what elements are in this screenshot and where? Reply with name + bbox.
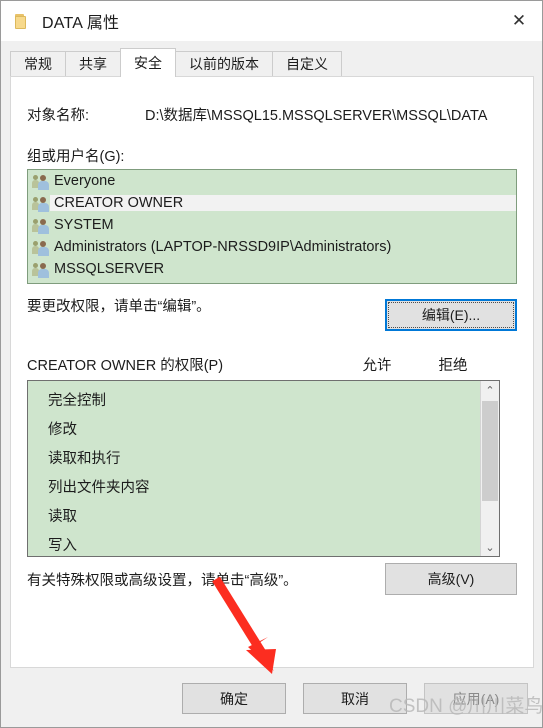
focus-rectangle: [388, 302, 514, 328]
table-row[interactable]: 读取和执行: [28, 445, 480, 474]
users-icon: [32, 240, 49, 256]
permissions-scrollbar[interactable]: ⌃ ⌄: [480, 381, 499, 556]
allow-column-header: 允许: [362, 358, 392, 374]
users-icon: [32, 218, 49, 234]
cancel-button[interactable]: 取消: [303, 683, 407, 714]
group-or-user-list[interactable]: Everyone CREATOR OWNER SYSTEM Administra…: [27, 169, 517, 284]
permissions-title: CREATOR OWNER 的权限(P): [27, 358, 224, 374]
table-row[interactable]: 写入: [28, 532, 480, 556]
object-name-row: 对象名称: D:\数据库\MSSQL15.MSSQLSERVER\MSSQL\D…: [27, 104, 533, 125]
table-row[interactable]: 列出文件夹内容: [28, 474, 480, 503]
scroll-down-icon[interactable]: ⌄: [481, 538, 499, 556]
users-icon: [32, 262, 49, 278]
tab-strip: 常规 共享 安全 以前的版本 自定义: [10, 48, 342, 77]
list-item[interactable]: SYSTEM: [28, 214, 516, 236]
edit-button[interactable]: 编辑(E)...: [385, 299, 517, 331]
list-item-label: SYSTEM: [54, 217, 114, 233]
tab-customize[interactable]: 自定义: [272, 51, 342, 76]
security-tab-panel: 对象名称: D:\数据库\MSSQL15.MSSQLSERVER\MSSQL\D…: [10, 76, 534, 668]
ok-button[interactable]: 确定: [182, 683, 286, 714]
folder-icon: [15, 13, 33, 29]
properties-dialog: DATA 属性 ✕ 常规 共享 安全 以前的版本 自定义 对象名称: D:\数据…: [0, 0, 543, 728]
scrollbar-thumb[interactable]: [482, 401, 498, 501]
apply-button: 应用(A): [424, 683, 528, 714]
edit-hint-text: 要更改权限，请单击“编辑”。: [27, 299, 211, 315]
object-name-label: 对象名称:: [27, 108, 90, 124]
permissions-list[interactable]: 完全控制 修改 读取和执行 列出文件夹内容 读取 写入 ⌃ ⌄: [27, 380, 500, 557]
close-icon[interactable]: ✕: [496, 1, 542, 41]
deny-column-header: 拒绝: [438, 358, 468, 374]
users-icon: [32, 196, 49, 212]
tab-general[interactable]: 常规: [10, 51, 66, 76]
list-item[interactable]: Everyone: [28, 170, 516, 192]
scroll-up-icon[interactable]: ⌃: [481, 381, 499, 399]
list-item-label: MSSQLSERVER: [54, 261, 165, 277]
users-icon: [32, 174, 49, 190]
list-item-label: Everyone: [54, 173, 116, 189]
list-item-label: CREATOR OWNER: [50, 195, 516, 211]
object-name-value: D:\数据库\MSSQL15.MSSQLSERVER\MSSQL\DATA: [145, 108, 488, 124]
advanced-button[interactable]: 高级(V): [385, 563, 517, 595]
tab-sharing[interactable]: 共享: [65, 51, 121, 76]
window-title: DATA 属性: [42, 15, 120, 32]
list-item-label: Administrators (LAPTOP-NRSSD9IP\Administ…: [54, 239, 392, 255]
table-row[interactable]: 完全控制: [28, 387, 480, 416]
tab-previous-versions[interactable]: 以前的版本: [175, 51, 273, 76]
list-item[interactable]: CREATOR OWNER: [28, 192, 516, 214]
title-bar: DATA 属性 ✕: [1, 1, 542, 41]
list-item[interactable]: Administrators (LAPTOP-NRSSD9IP\Administ…: [28, 236, 516, 258]
permissions-header: CREATOR OWNER 的权限(P) 允许 拒绝: [27, 354, 517, 374]
tab-security[interactable]: 安全: [120, 48, 176, 77]
table-row[interactable]: 修改: [28, 416, 480, 445]
permissions-items: 完全控制 修改 读取和执行 列出文件夹内容 读取 写入: [28, 381, 480, 556]
group-list-label: 组或用户名(G):: [27, 149, 125, 165]
advanced-hint-text: 有关特殊权限或高级设置，请单击“高级”。: [27, 573, 298, 589]
list-item[interactable]: MSSQLSERVER: [28, 258, 516, 280]
table-row[interactable]: 读取: [28, 503, 480, 532]
